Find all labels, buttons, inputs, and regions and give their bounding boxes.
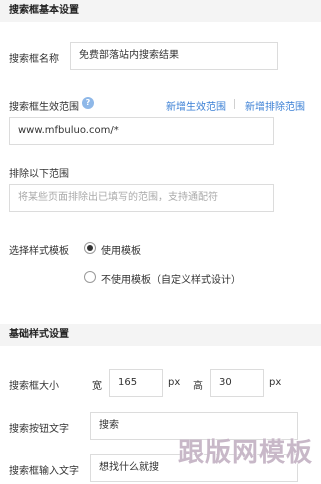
button-text-label: 搜索按钮文字: [9, 424, 69, 435]
size-label: 搜索框大小: [9, 381, 59, 392]
search-scope-label: 搜索框生效范围: [9, 102, 79, 113]
section-basic-settings-header: 搜索框基本设置: [0, 0, 321, 22]
width-unit: px: [168, 377, 181, 388]
add-exclude-link[interactable]: 新增排除范围: [245, 98, 305, 113]
search-name-label: 搜索框名称: [9, 54, 59, 65]
add-scope-link[interactable]: 新增生效范围: [166, 98, 226, 113]
height-unit: px: [269, 377, 282, 388]
exclude-scope-input[interactable]: 将某些页面排除出已填写的范围，支持通配符: [9, 184, 274, 212]
height-label: 高: [193, 381, 203, 392]
search-name-input[interactable]: 免费部落站内搜索结果: [70, 42, 278, 70]
help-icon[interactable]: ?: [82, 97, 94, 109]
no-template-label: 不使用模板（自定义样式设计）: [101, 275, 241, 286]
width-input[interactable]: 165: [109, 369, 163, 397]
link-separator: [234, 99, 235, 109]
radio-use-template[interactable]: [84, 242, 96, 254]
height-input[interactable]: 30: [210, 369, 264, 397]
search-box-settings-page: 搜索框基本设置 搜索框名称 免费部落站内搜索结果 搜索框生效范围 ? 新增生效范…: [0, 0, 321, 484]
search-scope-input[interactable]: www.mfbuluo.com/*: [9, 117, 274, 145]
exclude-scope-label: 排除以下范围: [9, 169, 69, 180]
section-style-settings-header: 基础样式设置: [0, 324, 321, 346]
radio-no-template[interactable]: [84, 271, 96, 283]
template-label: 选择样式模板: [9, 246, 69, 257]
watermark-logo: 跟版网模板: [178, 438, 314, 468]
width-label: 宽: [92, 381, 102, 392]
input-text-label: 搜索框输入文字: [9, 466, 79, 477]
use-template-label: 使用模板: [101, 246, 141, 257]
